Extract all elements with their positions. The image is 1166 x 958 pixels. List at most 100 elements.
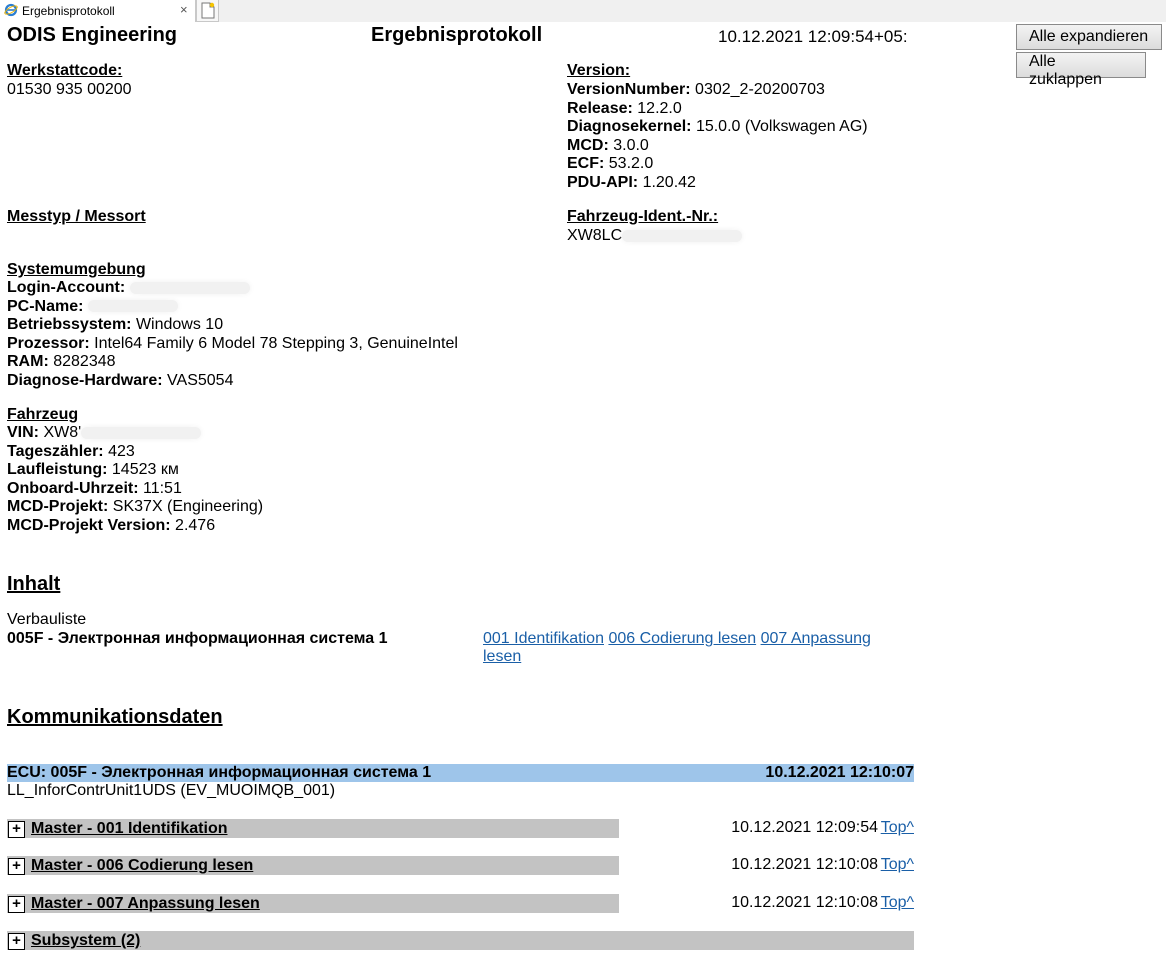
redacted-region [129,281,250,294]
report-datetime: 10.12.2021 12:09:54+05: [718,27,908,46]
werkstattcode-label: Werkstattcode: [7,62,123,79]
collapse-all-button[interactable]: Alle zuklappen [1016,52,1146,88]
expand-toggle[interactable]: + [8,858,25,875]
field-key: RAM: [7,353,49,370]
section-row-001-identifikation: + Master - 001 Identifikation 10.12.2021… [7,819,914,838]
ecu-title: ECU: 005F - Электронная информационная с… [7,764,432,781]
fahrzeug-row: Onboard-Uhrzeit: 11:51 [7,480,182,499]
section-title[interactable]: Subsystem (2) [31,932,140,950]
link-006-codierung-lesen[interactable]: 006 Codierung lesen [608,630,756,647]
field-key: MCD: [567,136,609,154]
system-row: Login-Account: [7,279,250,298]
tab-close-icon[interactable]: × [180,2,188,17]
field-key: MCD-Projekt Version: [7,516,171,534]
inhalt-heading: Inhalt [7,573,61,595]
field-key: Diagnose-Hardware: [7,371,163,389]
section-title[interactable]: Master - 007 Anpassung lesen [31,895,260,913]
field-key: ECF: [567,155,605,172]
field-value: VAS5054 [167,371,234,389]
field-value: XW8' [43,424,82,441]
field-value: 0302_2-20200703 [695,81,825,98]
system-row: Betriebssystem: Windows 10 [7,316,223,335]
top-link[interactable]: Top^ [881,856,914,874]
systemumgebung-label: Systemumgebung [7,261,146,278]
field-key: MCD-Projekt: [7,498,109,515]
field-key: Prozessor: [7,334,90,352]
system-row: Diagnose-Hardware: VAS5054 [7,372,233,391]
inhalt-ecu-name: 005F - Электронная информационная систем… [7,630,388,647]
field-key: Tageszähler: [7,442,104,460]
fahrzeug-row: Laufleistung: 14523 км [7,461,179,480]
browser-tab-strip: Ergebnisprotokoll × [0,0,1166,22]
redacted-region [622,229,743,242]
version-label: Version: [567,62,631,79]
ecu-header-bar: ECU: 005F - Электронная информационная с… [7,764,914,782]
top-link[interactable]: Top^ [881,894,914,912]
field-value: Intel64 Family 6 Model 78 Stepping 3, Ge… [94,334,458,352]
field-value: 11:51 [143,479,182,497]
verbauliste-label: Verbauliste [7,611,87,628]
fahrzeug-row: VIN: XW8' [7,424,202,443]
expand-toggle[interactable]: + [8,821,25,838]
page-title: Ergebnisprotokoll [371,24,543,46]
section-row-subsystem: + Subsystem (2) [7,931,914,950]
version-row: MCD: 3.0.0 [567,137,649,156]
field-value: 423 [108,442,135,460]
link-001-identifikation[interactable]: 001 Identifikation [483,630,604,647]
section-timestamp: 10.12.2021 12:10:08 [731,894,878,911]
field-value: Windows 10 [135,316,224,333]
link-007-anpassung-lesen-cont[interactable]: lesen [483,648,521,665]
field-value: 1.20.42 [642,173,696,191]
new-tab-button[interactable] [196,0,219,22]
system-row: RAM: 8282348 [7,353,116,372]
inhalt-links-wrap: lesen [483,648,521,667]
system-row: PC-Name: [7,298,178,317]
messtyp-label: Messtyp / Messort [7,208,146,225]
fin-label: Fahrzeug-Ident.-Nr.: [567,208,719,225]
field-key: Diagnosekernel: [567,118,692,135]
section-row-007-anpassung: + Master - 007 Anpassung lesen 10.12.202… [7,894,914,913]
field-key: Release: [567,99,633,117]
ecu-timestamp: 10.12.2021 12:10:07 [765,764,914,781]
fahrzeug-row: Tageszähler: 423 [7,443,135,462]
top-link[interactable]: Top^ [881,819,914,837]
field-key: Laufleistung: [7,461,108,478]
link-007-anpassung-lesen[interactable]: 007 Anpassung [761,630,871,647]
field-value: 3.0.0 [613,136,649,154]
system-row: Prozessor: Intel64 Family 6 Model 78 Ste… [7,335,458,354]
expand-all-button[interactable]: Alle expandieren [1016,24,1162,50]
field-value: 12.2.0 [637,99,682,117]
brand-title: ODIS Engineering [7,24,178,46]
fin-text: XW8LC [567,227,623,244]
section-timestamp: 10.12.2021 12:10:08 [731,856,878,873]
version-row: ECF: 53.2.0 [567,155,653,174]
field-key: Onboard-Uhrzeit: [7,479,139,497]
field-value: 2.476 [175,516,216,534]
ecu-subtitle: LL_InforContrUnit1UDS (EV_MUOIMQB_001) [7,782,336,799]
expand-toggle[interactable]: + [8,896,25,913]
expand-toggle[interactable]: + [8,933,25,950]
version-row: VersionNumber: 0302_2-20200703 [567,81,825,100]
field-value: 53.2.0 [608,155,654,172]
field-key: Login-Account: [7,279,126,296]
section-row-006-codierung: + Master - 006 Codierung lesen 10.12.202… [7,856,914,875]
version-row: Diagnosekernel: 15.0.0 (Volkswagen AG) [567,118,868,137]
field-key: Betriebssystem: [7,316,132,333]
section-title[interactable]: Master - 001 Identifikation [31,820,228,838]
browser-tab[interactable]: Ergebnisprotokoll × [0,0,196,22]
tab-title: Ergebnisprotokoll [22,4,115,18]
ie-icon [4,3,18,17]
version-row: PDU-API: 1.20.42 [567,174,696,193]
field-value: 14523 км [111,461,179,478]
field-key: VersionNumber: [567,81,691,98]
fahrzeug-row: MCD-Projekt: SK37X (Engineering) [7,498,263,517]
new-tab-icon [201,2,215,19]
field-key: PDU-API: [567,173,639,191]
fahrzeug-label: Fahrzeug [7,406,79,423]
field-value: SK37X (Engineering) [112,498,264,515]
redacted-region [87,300,178,313]
field-value: 15.0.0 (Volkswagen AG) [695,118,868,135]
werkstattcode-value: 01530 935 00200 [7,81,132,98]
section-title[interactable]: Master - 006 Codierung lesen [31,857,253,875]
fahrzeug-row: MCD-Projekt Version: 2.476 [7,517,215,536]
